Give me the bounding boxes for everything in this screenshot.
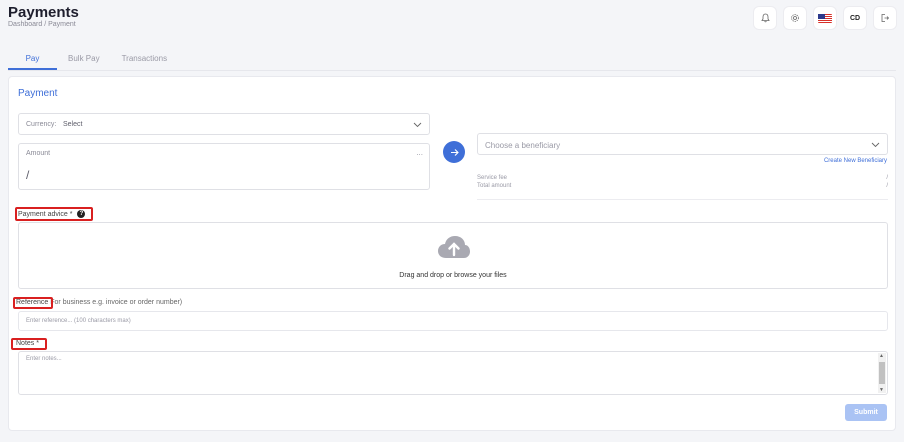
chevron-down-icon xyxy=(413,122,422,128)
us-flag-icon xyxy=(818,13,832,23)
currency-select[interactable]: Currency: Select xyxy=(18,113,430,135)
dropzone-text: Drag and drop or browse your files xyxy=(399,272,507,279)
notes-placeholder: Enter notes... xyxy=(26,356,62,362)
submit-button[interactable]: Submit xyxy=(845,404,887,421)
scrollbar-thumb[interactable] xyxy=(879,362,885,384)
tab-pay[interactable]: Pay xyxy=(8,48,57,70)
language-button[interactable] xyxy=(814,7,836,29)
cloud-upload-icon xyxy=(438,236,470,258)
amount-field[interactable]: Amount ... / xyxy=(18,143,430,190)
amount-menu-icon[interactable]: ... xyxy=(416,148,423,157)
reference-input[interactable]: Enter reference... (100 characters max) xyxy=(18,311,888,331)
service-fee-row: Service fee / xyxy=(477,175,888,181)
beneficiary-placeholder: Choose a beneficiary xyxy=(485,141,561,150)
payment-section-title: Payment xyxy=(18,88,58,99)
highlight-box-reference xyxy=(13,297,53,309)
total-amount-value: / xyxy=(886,183,888,189)
tab-bar: Pay Bulk Pay Transactions xyxy=(8,48,178,70)
scroll-down-icon[interactable]: ▼ xyxy=(879,387,884,393)
highlight-box-notes xyxy=(11,338,47,350)
reference-placeholder: Enter reference... (100 characters max) xyxy=(26,318,131,324)
amount-label: Amount xyxy=(26,150,51,157)
page-title: Payments xyxy=(8,4,79,21)
avatar[interactable]: CD xyxy=(844,7,866,29)
total-amount-row: Total amount / xyxy=(477,183,888,189)
create-beneficiary-link[interactable]: Create New Beneficiary xyxy=(824,158,887,164)
gear-icon xyxy=(791,14,799,22)
logout-button[interactable] xyxy=(874,7,896,29)
summary-divider xyxy=(477,199,888,200)
beneficiary-select[interactable]: Choose a beneficiary xyxy=(477,133,888,155)
bell-icon xyxy=(760,13,770,23)
service-fee-value: / xyxy=(886,175,888,181)
notifications-button[interactable] xyxy=(754,7,776,29)
settings-button[interactable] xyxy=(784,7,806,29)
chevron-down-icon xyxy=(871,142,880,148)
scroll-up-icon[interactable]: ▲ xyxy=(879,353,884,359)
logout-icon xyxy=(881,14,890,22)
tab-transactions[interactable]: Transactions xyxy=(111,48,179,70)
reference-hint: For business e.g. invoice or order numbe… xyxy=(50,299,183,306)
header-actions: CD xyxy=(754,7,896,29)
payment-card: Payment Currency: Select Amount ... / Ch… xyxy=(8,76,896,431)
notes-textarea[interactable]: Enter notes... ▲ ▼ xyxy=(18,351,888,395)
total-amount-label: Total amount xyxy=(477,183,512,189)
tab-divider xyxy=(8,70,896,71)
currency-value: Select xyxy=(63,121,83,128)
tab-bulk-pay[interactable]: Bulk Pay xyxy=(57,48,111,70)
service-fee-label: Service fee xyxy=(477,175,508,181)
currency-label: Currency: xyxy=(26,121,57,128)
file-dropzone[interactable]: Drag and drop or browse your files xyxy=(18,222,888,289)
amount-value: / xyxy=(26,168,30,182)
highlight-box-payment-advice xyxy=(15,207,93,221)
notes-scrollbar[interactable]: ▲ ▼ xyxy=(878,353,886,393)
breadcrumb: Dashboard / Payment xyxy=(8,21,76,28)
arrow-right-icon xyxy=(450,148,459,156)
continue-arrow-button[interactable] xyxy=(443,141,465,163)
